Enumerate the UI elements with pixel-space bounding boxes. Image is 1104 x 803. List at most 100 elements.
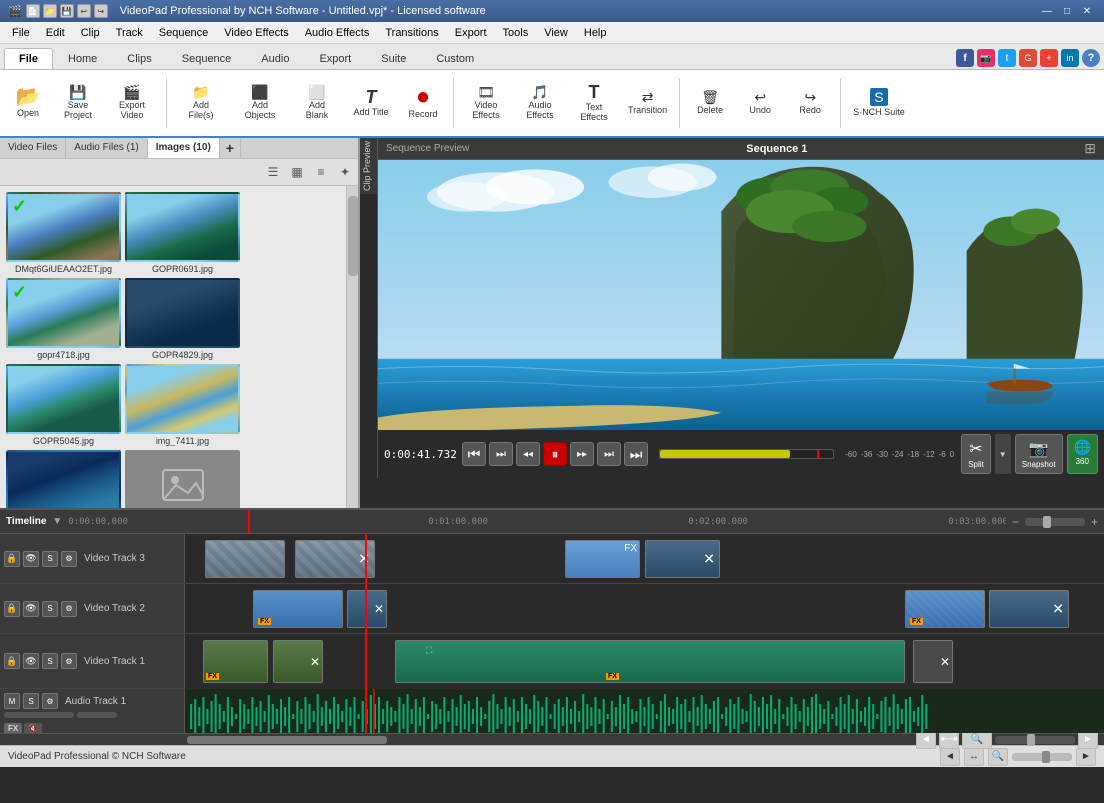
maximize-btn[interactable]: □ bbox=[1058, 3, 1076, 19]
menu-track[interactable]: Track bbox=[108, 25, 151, 41]
statusbar-zoom-slider[interactable] bbox=[1012, 753, 1072, 761]
add-files-button[interactable]: 📁 AddFile(s) bbox=[173, 73, 229, 133]
timeline-fit-btn[interactable]: ⇤⇥ bbox=[939, 731, 959, 749]
media-detail-btn[interactable]: ✦ bbox=[334, 161, 356, 183]
clip-v2-3[interactable]: FX bbox=[905, 590, 985, 628]
clip-v1-1[interactable]: FX bbox=[203, 640, 268, 683]
timeline-zoom-out[interactable]: − bbox=[1012, 515, 1019, 529]
pan-slider[interactable] bbox=[77, 712, 117, 718]
statusbar-btn-1[interactable]: ◄ bbox=[940, 748, 960, 766]
track-content-v1[interactable]: FX ✕ ⛶ FX ✕ bbox=[185, 634, 1104, 689]
prev-frame-btn[interactable]: ⏭ bbox=[489, 442, 513, 466]
help-icon[interactable]: ? bbox=[1082, 49, 1100, 67]
media-add-tab[interactable]: + bbox=[220, 138, 241, 158]
media-item-4[interactable]: GOPR4829.jpg bbox=[125, 278, 240, 360]
add-blank-button[interactable]: ⬜ AddBlank bbox=[291, 73, 343, 133]
media-item-6[interactable]: img_7411.jpg bbox=[125, 364, 240, 446]
menu-export[interactable]: Export bbox=[447, 25, 495, 41]
timeline-scroll-thumb[interactable] bbox=[187, 736, 387, 744]
progress-area[interactable] bbox=[659, 449, 834, 459]
track-settings-v1[interactable]: ⚙ bbox=[61, 653, 77, 669]
progress-bar[interactable] bbox=[659, 449, 834, 459]
clip-v2-2[interactable]: ✕ bbox=[347, 590, 387, 628]
timeline-dropdown-arrow[interactable]: ▼ bbox=[52, 516, 62, 527]
statusbar-btn-2[interactable]: ↔ bbox=[964, 748, 984, 766]
record-button[interactable]: ⏺ Record bbox=[399, 73, 447, 133]
media-sort-btn[interactable]: ☰ bbox=[262, 161, 284, 183]
audio-fx-btn[interactable]: FX bbox=[4, 723, 22, 733]
save-tb-btn[interactable]: 💾 bbox=[60, 4, 74, 18]
menu-tools[interactable]: Tools bbox=[495, 25, 537, 41]
track-settings-v3[interactable]: ⚙ bbox=[61, 551, 77, 567]
clip-v1-cut[interactable]: ✕ bbox=[913, 640, 953, 683]
expand-preview-btn[interactable]: ⊞ bbox=[1084, 140, 1096, 157]
clip-v2-1[interactable]: FX bbox=[253, 590, 343, 628]
statusbar-zoom-thumb[interactable] bbox=[1042, 751, 1050, 763]
media-item-7[interactable]: img_8832.jpg bbox=[6, 450, 121, 508]
track-content-v2[interactable]: FX ✕ FX ✕ bbox=[185, 584, 1104, 633]
media-tab-video-files[interactable]: Video Files bbox=[0, 138, 66, 158]
split-button[interactable]: ✂ Split bbox=[961, 434, 991, 474]
media-list-btn[interactable]: ≡ bbox=[310, 161, 332, 183]
redo-tb-btn[interactable]: ↪ bbox=[94, 4, 108, 18]
close-btn[interactable]: ✕ bbox=[1078, 3, 1096, 19]
statusbar-btn-4[interactable]: ► bbox=[1076, 748, 1096, 766]
timeline-zoom-in[interactable]: + bbox=[1091, 515, 1098, 529]
clip-v3-2[interactable]: ✕ bbox=[295, 540, 375, 578]
nch-suite-button[interactable]: S S·NCH Suite bbox=[847, 73, 911, 133]
delete-button[interactable]: 🗑 Delete bbox=[686, 73, 734, 133]
menu-help[interactable]: Help bbox=[576, 25, 615, 41]
add-title-button[interactable]: T Add Title bbox=[345, 73, 397, 133]
timeline-horizontal-scrollbar[interactable]: ◄ ⇤⇥ 🔍 ► bbox=[0, 733, 1104, 745]
audio-mute-btn[interactable]: 🔇 bbox=[24, 723, 42, 733]
save-project-button[interactable]: 💾 SaveProject bbox=[54, 73, 102, 133]
volume-slider[interactable] bbox=[4, 712, 74, 718]
clip-preview-tab[interactable]: Clip Preview bbox=[360, 138, 377, 194]
track-mute-a1[interactable]: M bbox=[4, 693, 20, 709]
media-item-1[interactable]: ✓ DMqt6GiUEAAO2ET.jpg bbox=[6, 192, 121, 274]
media-tab-audio-files[interactable]: Audio Files (1) bbox=[66, 138, 147, 158]
media-item-8[interactable]: img_9221.jpg bbox=[125, 450, 240, 508]
track-solo-v2[interactable]: S bbox=[42, 601, 58, 617]
new-btn[interactable]: 📄 bbox=[26, 4, 40, 18]
minimize-btn[interactable]: — bbox=[1038, 3, 1056, 19]
undo-button[interactable]: ↩ Undo bbox=[736, 73, 784, 133]
track-lock-v3[interactable]: 🔒 bbox=[4, 551, 20, 567]
timeline-zoom-out-btn[interactable]: ◄ bbox=[916, 731, 936, 749]
timeline-zoom-bar[interactable] bbox=[995, 736, 1075, 744]
track-solo-v3[interactable]: S bbox=[42, 551, 58, 567]
tab-audio[interactable]: Audio bbox=[246, 48, 304, 69]
tab-clips[interactable]: Clips bbox=[112, 48, 166, 69]
media-item-3[interactable]: ✓ gopr4718.jpg bbox=[6, 278, 121, 360]
open-tb-btn[interactable]: 📁 bbox=[43, 4, 57, 18]
track-solo-a1[interactable]: S bbox=[23, 693, 39, 709]
media-scrollbar[interactable] bbox=[346, 186, 358, 508]
goto-start-btn[interactable]: ⏮ bbox=[462, 442, 486, 466]
undo-tb-btn[interactable]: ↩ bbox=[77, 4, 91, 18]
open-button[interactable]: 📂 Open bbox=[4, 73, 52, 133]
tab-file[interactable]: File bbox=[4, 48, 53, 69]
menu-file[interactable]: File bbox=[4, 25, 38, 41]
export-video-button[interactable]: 🎬 ExportVideo bbox=[104, 73, 160, 133]
media-grid-btn[interactable]: ▦ bbox=[286, 161, 308, 183]
menu-audio-effects[interactable]: Audio Effects bbox=[297, 25, 378, 41]
menu-transitions[interactable]: Transitions bbox=[377, 25, 446, 41]
redo-button[interactable]: ↪ Redo bbox=[786, 73, 834, 133]
clip-v3-3[interactable]: FX bbox=[565, 540, 640, 578]
clip-v3-1[interactable] bbox=[205, 540, 285, 578]
tab-sequence[interactable]: Sequence bbox=[167, 48, 247, 69]
tab-home[interactable]: Home bbox=[53, 48, 112, 69]
statusbar-btn-3[interactable]: 🔍 bbox=[988, 748, 1008, 766]
track-eye-v1[interactable]: 👁 bbox=[23, 653, 39, 669]
tab-export[interactable]: Export bbox=[304, 48, 366, 69]
menu-clip[interactable]: Clip bbox=[73, 25, 108, 41]
track-eye-v2[interactable]: 👁 bbox=[23, 601, 39, 617]
media-item-5[interactable]: GOPR5045.jpg bbox=[6, 364, 121, 446]
goto-end-btn[interactable]: ⏭ bbox=[624, 442, 648, 466]
menu-edit[interactable]: Edit bbox=[38, 25, 73, 41]
sequence-preview-tab[interactable]: Sequence Preview bbox=[386, 143, 469, 154]
track-settings-v2[interactable]: ⚙ bbox=[61, 601, 77, 617]
360-button[interactable]: 🌐 360 bbox=[1067, 434, 1098, 474]
track-solo-v1[interactable]: S bbox=[42, 653, 58, 669]
step-fwd-btn[interactable]: ▸▸ bbox=[570, 442, 594, 466]
